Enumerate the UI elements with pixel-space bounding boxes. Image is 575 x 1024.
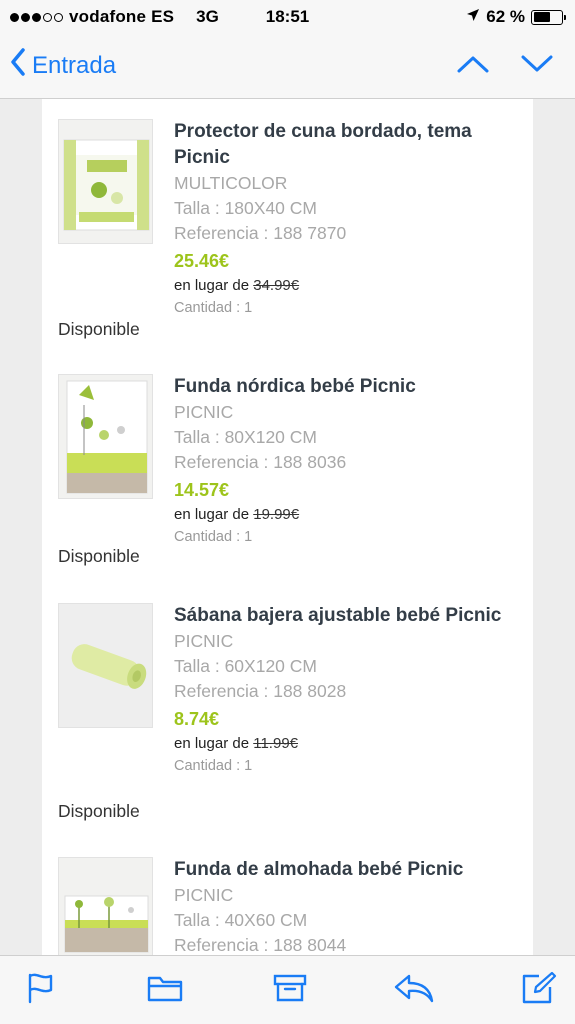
product-size: Talla : 80X120 CM [174, 427, 317, 447]
product-image-fitted-sheet[interactable] [58, 603, 153, 728]
chevron-left-icon [10, 48, 26, 83]
availability-status: Disponible [58, 319, 140, 339]
product-quantity: Cantidad : 1 [174, 300, 253, 316]
reply-button[interactable] [392, 968, 436, 1012]
battery-icon [531, 9, 566, 25]
product-quantity: Cantidad : 1 [174, 758, 253, 774]
status-bar: vodafone ES 3G 18:51 62 % [0, 0, 575, 34]
back-to-inbox-button[interactable]: Entrada [10, 48, 116, 83]
chevron-down-icon [521, 54, 553, 79]
product-size: Talla : 180X40 CM [174, 198, 317, 218]
product-image-duvet-cover[interactable] [58, 374, 153, 499]
product-title[interactable]: Funda de almohada bebé Picnic [174, 857, 519, 883]
order-summary: Protector de cuna bordado, tema Picnic M… [42, 99, 533, 955]
compose-icon [521, 971, 557, 1010]
product-reference: Referencia : 188 8036 [174, 452, 347, 472]
product-title[interactable]: Funda nórdica bebé Picnic [174, 374, 519, 400]
availability-status: Disponible [58, 801, 140, 821]
product-color: PICNIC [174, 885, 234, 905]
original-price: 11.99€ [253, 735, 298, 752]
product-reference: Referencia : 188 8028 [174, 681, 347, 701]
battery-percent: 62 % [486, 7, 525, 26]
navigation-bar: Entrada [0, 34, 575, 99]
back-label: Entrada [32, 51, 117, 79]
bottom-toolbar [0, 955, 575, 1024]
product-color: PICNIC [174, 402, 234, 422]
product-size: Talla : 60X120 CM [174, 656, 317, 676]
product-title[interactable]: Protector de cuna bordado, tema Picnic [174, 119, 519, 171]
compose-button[interactable] [517, 968, 561, 1012]
folder-icon [147, 973, 183, 1008]
product-price: 25.46€ [174, 251, 230, 271]
original-price-line: en lugar de 34.99€ [174, 275, 519, 297]
flag-icon [25, 972, 55, 1009]
reply-icon [393, 972, 435, 1009]
product-reference: Referencia : 188 7870 [174, 223, 347, 243]
chevron-up-icon [457, 54, 489, 79]
location-arrow-icon [466, 7, 480, 27]
instead-label: en lugar de [174, 506, 254, 523]
move-to-folder-button[interactable] [143, 968, 187, 1012]
original-price: 34.99€ [253, 277, 300, 294]
product-title[interactable]: Sábana bajera ajustable bebé Picnic [174, 603, 519, 629]
flag-button[interactable] [18, 968, 62, 1012]
availability-status: Disponible [58, 546, 140, 566]
previous-message-button[interactable] [455, 48, 491, 84]
original-price-line: en lugar de 19.99€ [174, 504, 519, 526]
product-reference: Referencia : 188 8044 [174, 935, 347, 955]
instead-label: en lugar de [174, 735, 254, 752]
product-color: MULTICOLOR [174, 173, 288, 193]
archive-button[interactable] [268, 968, 312, 1012]
product-image-crib-bumper[interactable] [58, 119, 153, 244]
instead-label: en lugar de [174, 277, 254, 294]
product-quantity: Cantidad : 1 [174, 529, 253, 545]
product-price: 14.57€ [174, 480, 230, 500]
archive-icon [273, 973, 307, 1008]
product-color: PICNIC [174, 631, 234, 651]
email-body[interactable]: Protector de cuna bordado, tema Picnic M… [0, 99, 575, 955]
product-image-pillowcase[interactable] [58, 857, 153, 955]
original-price-line: en lugar de 11.99€ [174, 733, 519, 755]
product-price: 8.74€ [174, 709, 220, 729]
product-size: Talla : 40X60 CM [174, 910, 308, 930]
next-message-button[interactable] [519, 48, 555, 84]
original-price: 19.99€ [253, 506, 300, 523]
